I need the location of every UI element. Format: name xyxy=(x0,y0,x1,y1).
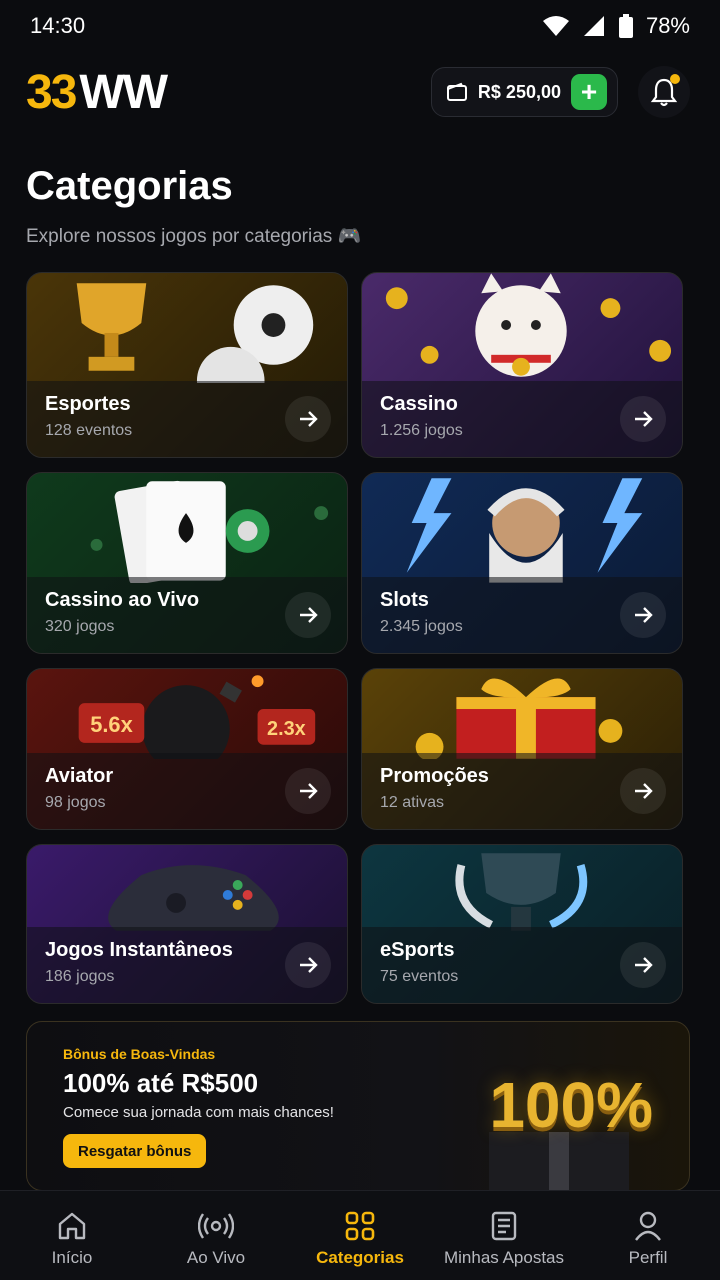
status-time: 14:30 xyxy=(30,13,86,38)
tab-perfil[interactable]: Perfil xyxy=(576,1191,720,1280)
arrow-right-icon[interactable] xyxy=(620,942,666,988)
category-card-cassino[interactable]: Cassino 1.256 jogos xyxy=(361,272,683,458)
arrow-right-icon[interactable] xyxy=(620,592,666,638)
balance-widget[interactable]: R$ 250,00 + xyxy=(430,67,618,117)
category-card-promocoes[interactable]: Promoções 12 ativas xyxy=(361,668,683,830)
category-card-esports[interactable]: eSports 75 eventos xyxy=(361,844,683,1004)
category-info: Esportes 128 eventos xyxy=(27,381,347,457)
grid-icon xyxy=(345,1211,375,1241)
bomb-illustration: 5.6x 2.3x xyxy=(78,675,316,759)
category-card-slots[interactable]: Slots 2.345 jogos xyxy=(361,472,683,654)
welcome-bonus-banner[interactable]: Bônus de Boas-Vindas 100% até R$500 Come… xyxy=(26,1021,690,1191)
tab-inicio[interactable]: Início xyxy=(0,1191,144,1280)
category-info: Cassino 1.256 jogos xyxy=(362,381,682,457)
battery-icon xyxy=(618,14,633,38)
tab-label: Minhas Apostas xyxy=(443,1248,564,1267)
bottom-navigation: Início Ao Vivo Categorias Minhas Apostas… xyxy=(0,1190,720,1280)
category-info: Jogos Instantâneos 186 jogos xyxy=(27,927,347,1003)
tab-label: Perfil xyxy=(628,1248,668,1267)
home-icon xyxy=(58,1212,86,1240)
multiplier-label: 2.3x xyxy=(267,718,306,740)
multiplier-label: 5.6x xyxy=(90,712,133,737)
app-header: 33 WW R$ 250,00 + xyxy=(26,62,690,122)
promo-badge-percent: 100% xyxy=(489,1069,653,1141)
category-info: Promoções 12 ativas xyxy=(362,753,682,829)
tab-label: Categorias xyxy=(316,1248,404,1267)
tab-label: Início xyxy=(51,1248,93,1267)
notification-dot xyxy=(670,74,680,84)
trophy-and-football-illustration xyxy=(76,283,314,383)
page-title: Categorias xyxy=(26,164,233,208)
arrow-right-icon[interactable] xyxy=(285,942,331,988)
ticket-icon xyxy=(491,1211,517,1241)
live-icon xyxy=(198,1213,234,1239)
playing-cards-illustration xyxy=(90,480,329,583)
tab-categorias[interactable]: Categorias xyxy=(288,1191,432,1280)
battery-level: 78% xyxy=(645,13,690,38)
status-bar: 14:30 78% xyxy=(0,0,720,52)
signal-icon xyxy=(583,16,604,36)
gamepad-illustration xyxy=(108,865,279,931)
plus-icon: + xyxy=(580,76,598,107)
user-icon xyxy=(635,1211,661,1241)
arrow-right-icon[interactable] xyxy=(620,396,666,442)
arrow-right-icon[interactable] xyxy=(620,768,666,814)
gift-box-illustration xyxy=(415,678,623,759)
balance-amount: R$ 250,00 xyxy=(477,81,561,102)
category-info: Cassino ao Vivo 320 jogos xyxy=(27,577,347,653)
category-info: Slots 2.345 jogos xyxy=(362,577,682,653)
page-subtitle: Explore nossos jogos por categorias 🎮 xyxy=(26,226,362,247)
category-card-cassino-ao-vivo[interactable]: Cassino ao Vivo 320 jogos xyxy=(26,472,348,654)
lucky-cat-illustration xyxy=(385,273,672,377)
tab-label: Ao Vivo xyxy=(186,1248,246,1267)
wifi-icon xyxy=(542,16,569,36)
category-info: eSports 75 eventos xyxy=(362,927,682,1003)
promo-headline: 100% até R$500 xyxy=(63,1068,259,1098)
tab-ao-vivo[interactable]: Ao Vivo xyxy=(144,1191,288,1280)
category-card-aviator[interactable]: 5.6x 2.3x Aviator 98 jogos xyxy=(26,668,348,830)
header-actions: R$ 250,00 + xyxy=(430,66,690,118)
zeus-illustration xyxy=(406,478,643,583)
arrow-right-icon[interactable] xyxy=(285,592,331,638)
wallet-icon xyxy=(446,82,467,101)
category-card-jogos-instantaneos[interactable]: Jogos Instantâneos 186 jogos xyxy=(26,844,348,1004)
status-icons: 78% xyxy=(542,13,690,39)
arrow-right-icon[interactable] xyxy=(285,396,331,442)
category-info: Aviator 98 jogos xyxy=(27,753,347,829)
tab-minhas-apostas[interactable]: Minhas Apostas xyxy=(432,1191,576,1280)
logo-letters: WW xyxy=(79,65,168,119)
notifications-button[interactable] xyxy=(638,66,690,118)
logo-number: 33 xyxy=(26,65,77,119)
promo-description: Comece sua jornada com mais chances! xyxy=(63,1104,334,1121)
promo-tag: Bônus de Boas-Vindas xyxy=(63,1046,216,1062)
esports-trophy-illustration xyxy=(455,853,588,931)
redeem-bonus-button[interactable]: Resgatar bônus xyxy=(63,1134,207,1168)
category-card-esportes[interactable]: Esportes 128 eventos xyxy=(26,272,348,458)
arrow-right-icon[interactable] xyxy=(285,768,331,814)
logo[interactable]: 33 WW xyxy=(26,65,168,120)
add-funds-button[interactable]: + xyxy=(571,74,607,110)
